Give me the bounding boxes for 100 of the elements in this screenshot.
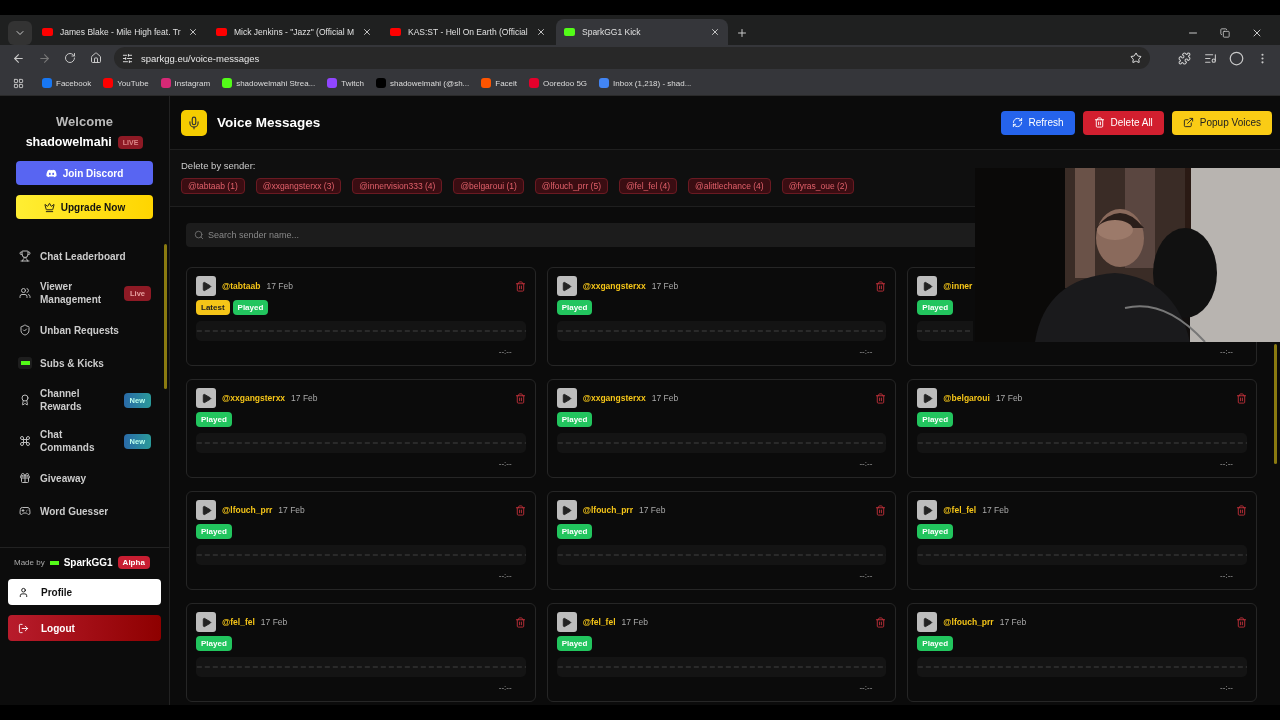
bookmark[interactable]: shadowelmahi (@sh...	[376, 78, 470, 88]
bookmark[interactable]: Ooredoo 5G	[529, 78, 588, 88]
nav-item[interactable]: Giveaway	[18, 463, 151, 493]
browser-tab[interactable]: James Blake - Mile High feat. Tr	[34, 19, 206, 45]
trash-icon[interactable]	[875, 392, 887, 404]
trash-icon[interactable]	[1236, 616, 1247, 628]
play-button[interactable]	[917, 276, 938, 296]
close-icon[interactable]	[188, 27, 198, 37]
trash-icon[interactable]	[875, 504, 887, 516]
browser-tab[interactable]: Mick Jenkins - "Jazz" (Official M	[208, 19, 380, 45]
play-icon	[561, 504, 573, 516]
close-icon	[1251, 27, 1263, 39]
site-settings-icon[interactable]	[122, 52, 133, 64]
profile-button[interactable]: Profile	[8, 579, 161, 605]
play-button[interactable]	[556, 612, 577, 632]
bookmark[interactable]: Facebook	[42, 78, 92, 88]
nav-item[interactable]: Subs & Kicks	[18, 348, 151, 378]
play-button[interactable]	[917, 500, 938, 520]
avatar-icon	[1228, 50, 1244, 66]
trash-icon[interactable]	[514, 280, 526, 292]
play-button[interactable]	[556, 276, 577, 296]
mic-icon	[181, 109, 207, 136]
sender-name: @tabtaab	[222, 281, 261, 291]
play-button[interactable]	[556, 500, 577, 520]
sender-name: @fel_fel	[943, 505, 977, 515]
bookmark[interactable]: Twitch	[327, 78, 364, 88]
message-date: 17 Feb	[278, 505, 305, 515]
forward-icon	[37, 51, 51, 65]
sender-chip[interactable]: @tabtaab (1)	[181, 178, 245, 194]
sender-chip[interactable]: @xxgangsterxx (3)	[255, 178, 342, 194]
play-button[interactable]	[556, 388, 577, 408]
play-button[interactable]	[196, 612, 216, 632]
status-badge: Played	[556, 300, 593, 315]
duration-text: --:--	[498, 459, 512, 468]
trash-icon[interactable]	[1236, 392, 1247, 404]
status-badge: Played	[196, 412, 232, 427]
play-button[interactable]	[196, 276, 216, 296]
discord-icon	[45, 167, 57, 179]
sender-name: @inner	[943, 281, 973, 291]
delete-button[interactable]: Delete All	[1082, 110, 1164, 135]
status-badge: Played	[917, 412, 954, 427]
waveform-track	[917, 321, 974, 341]
reload-icon	[64, 52, 76, 64]
bookmark[interactable]: Faceit	[481, 78, 518, 88]
username: shadowelmahi	[25, 135, 112, 149]
bookmark[interactable]: Instagram	[160, 78, 211, 88]
bookmark[interactable]: YouTube	[103, 78, 149, 88]
tab-title: SparkGG1 Kick	[582, 27, 642, 37]
star-icon[interactable]	[1130, 52, 1142, 64]
play-button[interactable]	[917, 612, 938, 632]
play-button[interactable]	[196, 388, 216, 408]
sender-chip[interactable]: @fyras_oue (2)	[781, 178, 855, 194]
join-discord-button[interactable]: Join Discord	[16, 161, 153, 185]
browser-tab[interactable]: KAS:ST - Hell On Earth (Official	[382, 19, 554, 45]
sender-chip[interactable]: @fel_fel (4)	[618, 178, 678, 194]
sender-chip[interactable]: @innervision333 (4)	[352, 178, 443, 194]
sender-chip[interactable]: @lfouch_prr (5)	[534, 178, 608, 194]
status-badge: Played	[917, 300, 954, 315]
play-button[interactable]	[196, 500, 216, 520]
search-field[interactable]: Search sender name...	[186, 223, 975, 247]
home-icon	[90, 52, 102, 64]
tab-title: Mick Jenkins - "Jazz" (Official M	[234, 27, 355, 37]
search-icon	[194, 230, 204, 240]
nav-item[interactable]: Word Guesser	[18, 496, 151, 526]
play-button[interactable]	[917, 388, 938, 408]
close-icon[interactable]	[710, 27, 720, 37]
trash-icon[interactable]	[1236, 504, 1247, 516]
upgrade-button[interactable]: Upgrade Now	[16, 195, 153, 219]
trash-icon[interactable]	[514, 616, 526, 628]
sender-chip[interactable]: @belgaroui (1)	[453, 178, 524, 194]
page-title: Voice Messages	[217, 115, 321, 130]
status-badge: Latest	[196, 300, 230, 315]
status-badge: Played	[232, 300, 269, 315]
trash-icon[interactable]	[514, 504, 526, 516]
duration-text: --:--	[498, 347, 512, 356]
logout-button[interactable]: Logout	[8, 615, 161, 641]
close-icon[interactable]	[536, 27, 546, 37]
trash-icon[interactable]	[875, 616, 887, 628]
tab-list-button[interactable]	[8, 21, 32, 45]
message-date: 17 Feb	[651, 281, 679, 291]
message-date: 17 Feb	[621, 617, 648, 627]
extensions-icon	[1177, 51, 1191, 65]
sender-chip[interactable]: @alittlechance (4)	[688, 178, 771, 194]
nav-item[interactable]: Unban Requests	[18, 315, 151, 345]
command-icon	[19, 435, 31, 447]
nav-item[interactable]: Chat Leaderboard	[18, 241, 151, 271]
play-icon	[200, 280, 212, 292]
trash-icon[interactable]	[514, 392, 526, 404]
popup-button[interactable]: Popup Voices	[1171, 110, 1272, 135]
refresh-button[interactable]: Refresh	[1000, 110, 1075, 135]
logo-icon	[49, 560, 59, 565]
play-icon	[921, 392, 933, 404]
duration-text: --:--	[1220, 459, 1233, 468]
filter-label: Delete by sender:	[181, 160, 257, 171]
trash-icon[interactable]	[875, 280, 887, 292]
bookmark[interactable]: Inbox (1,218) - shad...	[599, 78, 692, 88]
browser-tab[interactable]: SparkGG1 Kick	[556, 19, 728, 45]
address-bar[interactable]: sparkgg.eu/voice-messages	[114, 47, 1150, 69]
close-icon[interactable]	[362, 27, 372, 37]
bookmark[interactable]: shadowelmahi Strea...	[222, 78, 316, 88]
